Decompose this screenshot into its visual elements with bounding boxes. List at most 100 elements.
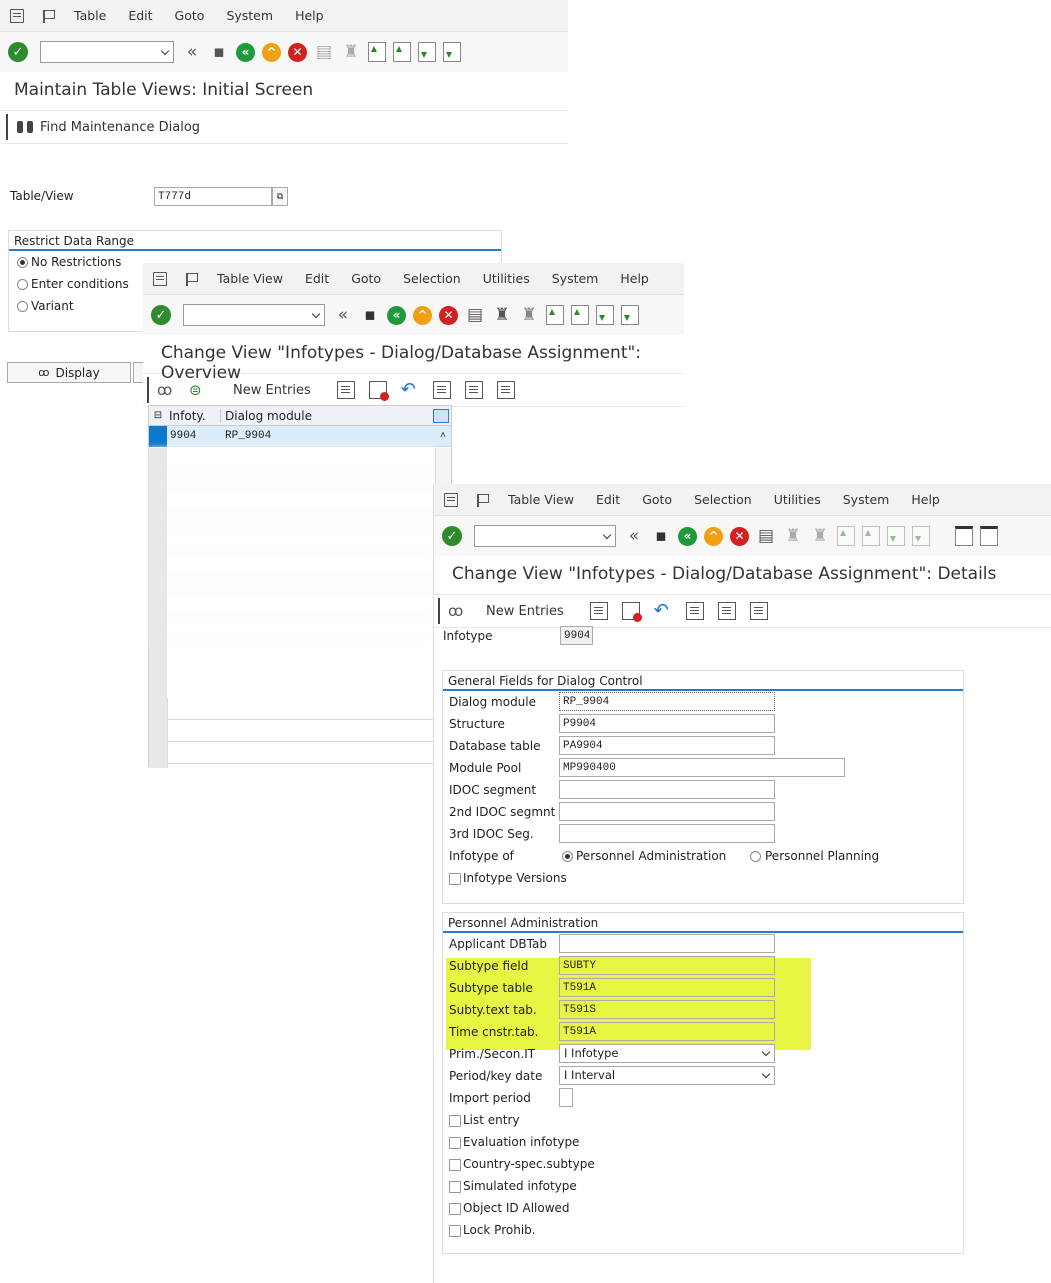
column-config-icon[interactable] bbox=[433, 408, 449, 423]
value-help-icon[interactable]: ⧉ bbox=[272, 187, 288, 206]
period-key-select[interactable]: I Interval bbox=[559, 1066, 775, 1085]
menu-icon[interactable] bbox=[153, 271, 167, 286]
back-icon[interactable]: « bbox=[678, 526, 697, 546]
save-chevron-icon[interactable]: « bbox=[182, 41, 202, 63]
import-period-field[interactable] bbox=[559, 1088, 573, 1107]
menu-table[interactable]: Table bbox=[74, 8, 106, 23]
lock-prohib-checkbox[interactable] bbox=[449, 1225, 461, 1237]
dialog-module-field[interactable] bbox=[559, 692, 775, 711]
prim-secon-select[interactable]: I Infotype bbox=[559, 1044, 775, 1063]
idoc-segment-field[interactable] bbox=[559, 780, 775, 799]
menu-icon[interactable] bbox=[444, 492, 458, 507]
last-page-icon[interactable] bbox=[443, 42, 461, 62]
menu-selection[interactable]: Selection bbox=[694, 492, 752, 507]
subty-text-field[interactable] bbox=[559, 1000, 775, 1019]
exit-icon[interactable]: ^ bbox=[262, 42, 281, 62]
menu-help[interactable]: Help bbox=[295, 8, 324, 23]
structure-field[interactable] bbox=[559, 714, 775, 733]
display-icon[interactable]: ⊜ bbox=[189, 381, 207, 399]
display-button[interactable]: ꝏ Display bbox=[7, 362, 131, 383]
print-icon[interactable]: ▤ bbox=[756, 525, 776, 547]
cancel-icon[interactable]: ✕ bbox=[439, 305, 458, 325]
table-settings-icon[interactable]: ⊟ bbox=[149, 410, 167, 421]
col-infotype[interactable]: Infoty. bbox=[167, 408, 221, 423]
undo-icon[interactable]: ↶ bbox=[401, 381, 419, 399]
new-entries-button[interactable]: New Entries bbox=[486, 604, 564, 619]
personnel-planning-radio[interactable] bbox=[750, 851, 761, 862]
menu-selection[interactable]: Selection bbox=[403, 271, 461, 286]
enter-icon[interactable]: ✓ bbox=[151, 305, 171, 325]
pin-icon[interactable] bbox=[185, 272, 199, 286]
table-row-selected[interactable]: 9904 RP_9904 ˄ bbox=[149, 425, 451, 447]
find-next-icon[interactable]: ♜ bbox=[519, 304, 539, 326]
other-entry-icon[interactable] bbox=[749, 602, 768, 620]
menu-edit[interactable]: Edit bbox=[596, 492, 620, 507]
row-selector[interactable] bbox=[149, 425, 167, 447]
display-change-icon[interactable]: ꝏ bbox=[157, 381, 175, 399]
variant-radio[interactable] bbox=[17, 301, 28, 312]
last-page-icon[interactable] bbox=[912, 526, 930, 546]
create-session-icon[interactable] bbox=[955, 526, 973, 546]
menu-goto[interactable]: Goto bbox=[642, 492, 672, 507]
print-icon[interactable]: ▤ bbox=[314, 41, 334, 63]
deselect-all-icon[interactable] bbox=[496, 381, 515, 399]
command-field[interactable] bbox=[183, 304, 325, 326]
next-page-icon[interactable] bbox=[596, 305, 614, 325]
pin-icon[interactable] bbox=[476, 493, 490, 507]
simulated-infotype-checkbox[interactable] bbox=[449, 1181, 461, 1193]
previous-entry-icon[interactable] bbox=[685, 602, 704, 620]
personnel-admin-radio[interactable] bbox=[562, 851, 573, 862]
save-chevron-icon[interactable]: « bbox=[624, 525, 644, 547]
binoculars-icon[interactable] bbox=[16, 118, 34, 136]
module-pool-field[interactable] bbox=[559, 758, 845, 777]
undo-icon[interactable]: ↶ bbox=[654, 602, 672, 620]
menu-help[interactable]: Help bbox=[620, 271, 649, 286]
find-maintenance-dialog-button[interactable]: Find Maintenance Dialog bbox=[40, 120, 200, 135]
back-icon[interactable]: « bbox=[387, 305, 406, 325]
select-block-icon[interactable] bbox=[464, 381, 483, 399]
pin-icon[interactable] bbox=[42, 9, 56, 23]
back-icon[interactable]: « bbox=[236, 42, 255, 62]
delete-icon[interactable] bbox=[621, 602, 642, 622]
copy-as-icon[interactable] bbox=[336, 381, 355, 399]
save-chevron-icon[interactable]: « bbox=[333, 304, 353, 326]
no-restrictions-radio[interactable] bbox=[17, 257, 28, 268]
exit-icon[interactable]: ^ bbox=[413, 305, 432, 325]
prev-page-icon[interactable] bbox=[571, 305, 589, 325]
subtype-table-field[interactable] bbox=[559, 978, 775, 997]
command-field[interactable] bbox=[40, 41, 174, 63]
first-page-icon[interactable] bbox=[837, 526, 855, 546]
prev-page-icon[interactable] bbox=[393, 42, 411, 62]
shortcut-icon[interactable] bbox=[980, 526, 998, 546]
prev-page-icon[interactable] bbox=[862, 526, 880, 546]
menu-goto[interactable]: Goto bbox=[175, 8, 205, 23]
next-entry-icon[interactable] bbox=[717, 602, 736, 620]
last-page-icon[interactable] bbox=[621, 305, 639, 325]
find-icon[interactable]: ♜ bbox=[492, 304, 512, 326]
next-page-icon[interactable] bbox=[887, 526, 905, 546]
command-field[interactable] bbox=[474, 525, 616, 547]
first-page-icon[interactable] bbox=[546, 305, 564, 325]
menu-help[interactable]: Help bbox=[911, 492, 940, 507]
menu-table-view[interactable]: Table View bbox=[217, 271, 283, 286]
enter-icon[interactable]: ✓ bbox=[8, 42, 28, 62]
subtype-field-field[interactable] bbox=[559, 956, 775, 975]
cell-dialog-module[interactable]: RP_9904 bbox=[221, 430, 435, 442]
new-entries-button[interactable]: New Entries bbox=[233, 383, 311, 398]
find-next-icon[interactable]: ♜ bbox=[810, 525, 830, 547]
menu-edit[interactable]: Edit bbox=[305, 271, 329, 286]
idoc3-field[interactable] bbox=[559, 824, 775, 843]
delete-icon[interactable] bbox=[368, 381, 389, 401]
country-spec-checkbox[interactable] bbox=[449, 1159, 461, 1171]
menu-utilities[interactable]: Utilities bbox=[774, 492, 821, 507]
database-table-field[interactable] bbox=[559, 736, 775, 755]
menu-goto[interactable]: Goto bbox=[351, 271, 381, 286]
first-page-icon[interactable] bbox=[368, 42, 386, 62]
infotype-versions-checkbox[interactable] bbox=[449, 873, 461, 885]
time-cnstr-field[interactable] bbox=[559, 1022, 775, 1041]
print-icon[interactable]: ▤ bbox=[465, 304, 485, 326]
select-all-icon[interactable] bbox=[432, 381, 451, 399]
idoc2-field[interactable] bbox=[559, 802, 775, 821]
save-icon[interactable]: ▪ bbox=[209, 41, 229, 63]
table-view-input[interactable] bbox=[154, 187, 272, 206]
